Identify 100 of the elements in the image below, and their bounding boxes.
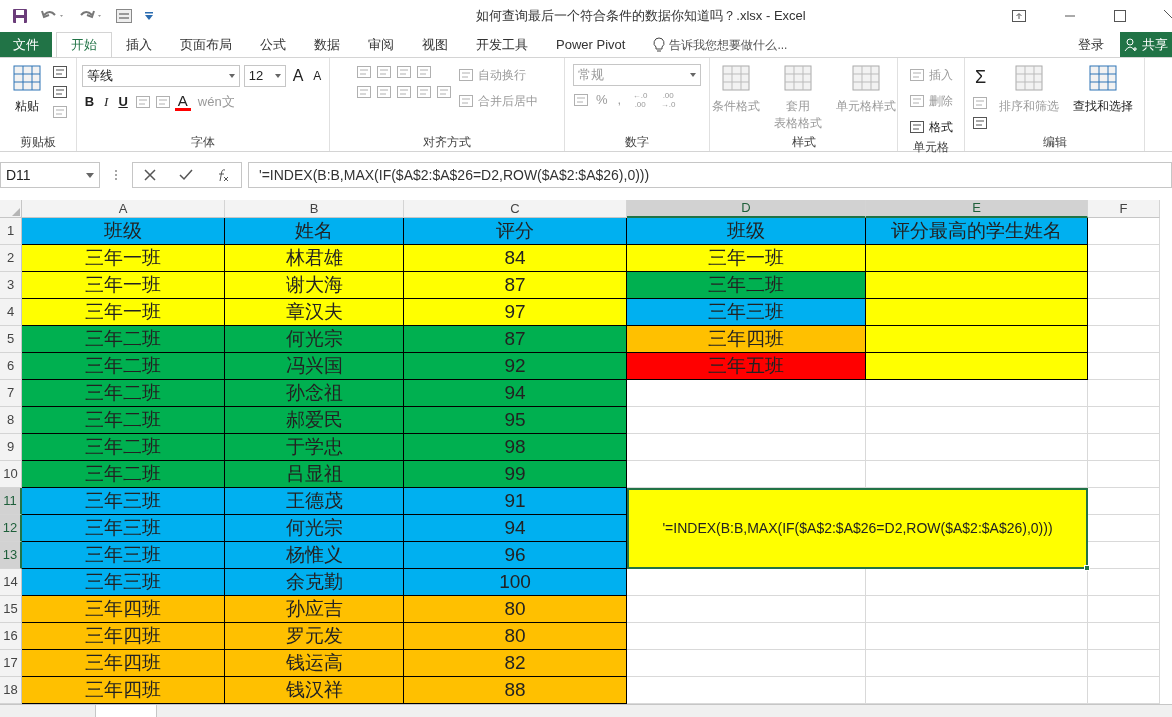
table-cell: 评分 [404,218,627,245]
row-header[interactable]: 1 [0,218,22,245]
ribbon-tab[interactable]: 插入 [112,32,166,57]
row-header[interactable]: 15 [0,596,22,623]
row-header[interactable]: 14 [0,569,22,596]
file-tab[interactable]: 文件 [0,32,52,57]
table-cell: 94 [404,515,627,542]
table-cell: 97 [404,299,627,326]
table-cell [1088,218,1160,245]
table-cell [1088,353,1160,380]
ribbon-tab[interactable]: 视图 [408,32,462,57]
table-cell: 三年二班 [22,353,225,380]
ribbon-tab[interactable]: 公式 [246,32,300,57]
sheet-tab[interactable] [95,705,157,717]
cancel-icon[interactable] [144,169,157,181]
format-button[interactable]: A [174,92,191,111]
row-header[interactable]: 4 [0,299,22,326]
format-button[interactable]: A [289,64,307,88]
maximize-icon[interactable] [1114,10,1126,22]
column-header[interactable]: B [225,200,404,218]
ribbon-button[interactable]: 查找和选择 [1069,64,1138,115]
table-cell [1088,272,1160,299]
column-header[interactable]: A [22,200,225,218]
format-icon[interactable] [52,64,68,80]
row-header[interactable]: 16 [0,623,22,650]
table-cell [1088,407,1160,434]
table-cell: 钱运高 [225,650,404,677]
table-cell: 孙应吉 [225,596,404,623]
row-header[interactable]: 13 [0,542,22,569]
row-header[interactable]: 18 [0,677,22,704]
ribbon-tab[interactable]: 页面布局 [166,32,246,57]
ribbon-tab[interactable]: 数据 [300,32,354,57]
table-cell [1088,596,1160,623]
merged-cell[interactable]: '=INDEX(B:B,MAX(IF($A$2:$A$26=D2,ROW($A$2:$A$26),0))) [627,488,1088,569]
row-header[interactable]: 17 [0,650,22,677]
ribbon-tab[interactable]: 审阅 [354,32,408,57]
fill-handle[interactable] [1084,565,1090,571]
table-cell [1088,461,1160,488]
format-icon[interactable] [971,115,988,131]
check-icon[interactable] [179,169,193,181]
row-header[interactable]: 8 [0,407,22,434]
row-header[interactable]: 2 [0,245,22,272]
format-icon[interactable] [909,119,925,135]
share-button[interactable]: 共享 [1120,32,1172,57]
ribbon-tab[interactable]: 开发工具 [462,32,542,57]
ribbon-display-icon[interactable] [1012,10,1026,22]
dropdown-field[interactable]: 12 [243,65,286,87]
row-header[interactable]: 11 [0,488,22,515]
table-cell: 99 [404,461,627,488]
table-cell: 三年二班 [22,407,225,434]
table-cell [1088,650,1160,677]
formula-field[interactable]: '=INDEX(B:B,MAX(IF($A$2:$A$26=D2,ROW($A$2:$A$26),0))) [248,162,1172,188]
table-cell: 三年五班 [627,353,866,380]
format-button[interactable]: A [310,67,325,85]
format-icon[interactable] [52,84,68,100]
table-cell: 三年一班 [22,299,225,326]
table-cell: 何光宗 [225,326,404,353]
name-box[interactable]: D11 [0,162,100,188]
format-button[interactable]: U [115,92,131,112]
table-cell: 章汉夫 [225,299,404,326]
table-cell: 80 [404,596,627,623]
ribbon-button[interactable]: 粘贴 [8,64,46,115]
customize-caret-icon[interactable] [144,11,154,21]
row-header[interactable]: 7 [0,380,22,407]
person-plus-icon [1124,37,1138,52]
table-cell: 三年三班 [22,488,225,515]
row-header[interactable]: 12 [0,515,22,542]
format-button[interactable]: B [81,92,98,112]
format-button[interactable]: Σ [971,64,990,91]
column-header[interactable]: C [404,200,627,218]
format-button[interactable]: I [101,92,112,112]
form-icon[interactable] [116,9,132,23]
row-header[interactable]: 3 [0,272,22,299]
table-cell: 三年四班 [22,623,225,650]
table-cell: 王德茂 [225,488,404,515]
row-header[interactable]: 10 [0,461,22,488]
column-header[interactable]: D [627,200,866,218]
column-header[interactable]: F [1088,200,1160,218]
save-icon[interactable] [12,8,28,24]
ribbon-tab[interactable]: Power Pivot [542,32,640,57]
table-cell: 三年四班 [22,596,225,623]
table-cell: 三年二班 [22,326,225,353]
table-cell: 三年四班 [22,650,225,677]
ribbon-button[interactable]: 格式 [929,118,953,136]
table-cell [1088,380,1160,407]
table-cell: 96 [404,542,627,569]
table-cell [1088,623,1160,650]
ribbon-tab[interactable]: 开始 [56,32,112,57]
lightbulb-icon[interactable] [653,36,666,53]
tell-me-field[interactable]: 告诉我您想要做什么... [669,35,788,54]
row-header[interactable]: 5 [0,326,22,353]
column-header[interactable]: E [866,200,1088,218]
table-cell: 84 [404,245,627,272]
dropdown-field[interactable]: 等线 [81,65,240,87]
table-grid-icon [12,64,42,94]
row-header[interactable]: 9 [0,434,22,461]
table-cell: 吕显祖 [225,461,404,488]
row-header[interactable]: 6 [0,353,22,380]
sign-in-button[interactable]: 登录 [1070,32,1112,57]
table-cell [1088,326,1160,353]
